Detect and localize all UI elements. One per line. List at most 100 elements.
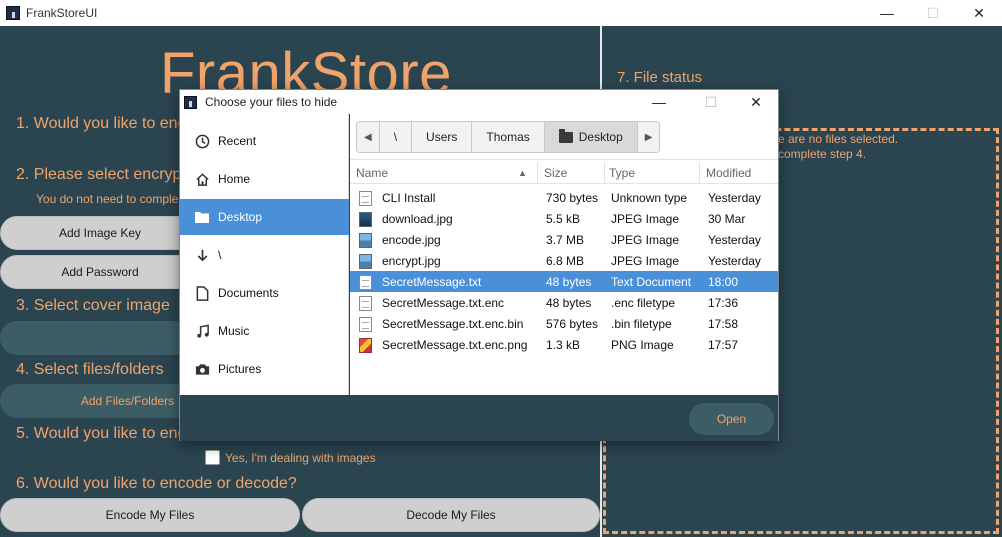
file-size: 730 bytes (546, 191, 599, 205)
add-files-button[interactable]: Add Files/Folders (0, 384, 200, 418)
add-files-label: Add Files/Folders (80, 394, 175, 408)
place-label: Home (218, 172, 251, 186)
file-row-selected[interactable]: SecretMessage.txt 48 bytes Text Document… (350, 271, 778, 292)
file-size: 5.5 kB (546, 212, 581, 226)
app-icon (6, 6, 20, 20)
file-size: 48 bytes (546, 275, 592, 289)
place-label: Pictures (218, 362, 262, 376)
file-name: CLI Install (382, 191, 436, 205)
add-password-button[interactable]: Add Password (0, 255, 200, 289)
place-home[interactable]: Home (180, 161, 349, 197)
dialog-titlebar: Choose your files to hide — ☐ ✕ (180, 90, 778, 114)
place-label: Desktop (218, 210, 263, 224)
place-pictures[interactable]: Pictures (180, 351, 349, 387)
breadcrumb-back-button[interactable]: ◀ (357, 122, 380, 152)
breadcrumb-desktop[interactable]: Desktop (544, 122, 638, 152)
document-icon (359, 296, 372, 311)
file-name: encrypt.jpg (382, 254, 441, 268)
image-icon (359, 254, 372, 269)
dialog-title: Choose your files to hide (205, 95, 338, 109)
images-checkbox-label: Yes, I'm dealing with images (225, 451, 376, 465)
file-row[interactable]: SecretMessage.txt.enc.bin 576 bytes .bin… (350, 313, 778, 334)
file-row[interactable]: download.jpg 5.5 kB JPEG Image 30 Mar (350, 208, 778, 229)
place-documents[interactable]: Documents (180, 275, 349, 311)
music-icon (194, 323, 210, 339)
step2-label: 2. Please select encrypti (16, 166, 190, 183)
column-separator (699, 162, 700, 184)
file-row[interactable]: CLI Install 730 bytes Unknown type Yeste… (350, 187, 778, 208)
file-modified: 17:57 (708, 338, 739, 352)
chevron-right-icon: ▶ (644, 131, 653, 143)
clock-icon (194, 133, 210, 149)
step3-label: 3. Select cover image (16, 297, 170, 314)
document-icon (359, 317, 372, 332)
file-name: SecretMessage.txt.enc.png (382, 338, 528, 352)
place-music[interactable]: Music (180, 313, 349, 349)
breadcrumb-forward-button[interactable]: ▶ (637, 122, 660, 152)
file-name: download.jpg (382, 212, 453, 226)
encode-button[interactable]: Encode My Files (0, 498, 300, 532)
path-bar: ◀ \ Users Thomas Desktop ▶ (350, 114, 778, 160)
places-sidebar: Recent Home Desktop \ Documents Music Pi… (180, 114, 349, 395)
column-header: Name ▲ Size Type Modified (350, 162, 778, 184)
file-type: .bin filetype (611, 317, 672, 331)
breadcrumb-users[interactable]: Users (412, 122, 473, 152)
dialog-close-button[interactable]: ✕ (733, 90, 779, 114)
file-chooser-dialog: Choose your files to hide — ☐ ✕ Recent H… (179, 89, 779, 441)
column-modified[interactable]: Modified (706, 166, 751, 180)
arrow-down-icon (194, 247, 210, 263)
document-icon (359, 191, 372, 206)
file-modified: 18:00 (708, 275, 739, 289)
file-row[interactable]: SecretMessage.txt.enc.png 1.3 kB PNG Ima… (350, 334, 778, 355)
main-titlebar: FrankStoreUI — ☐ ✕ (0, 0, 1002, 26)
place-recent[interactable]: Recent (180, 123, 349, 159)
step7-label: 7. File status (617, 69, 703, 86)
file-row[interactable]: encode.jpg 3.7 MB JPEG Image Yesterday (350, 229, 778, 250)
png-icon (359, 338, 372, 353)
images-checkbox[interactable] (205, 450, 220, 465)
file-modified: Yesterday (708, 191, 761, 205)
place-label: Documents (218, 286, 279, 300)
window-title: FrankStoreUI (26, 6, 98, 20)
step1-label: 1. Would you like to enc (16, 115, 186, 132)
sort-ascending-icon: ▲ (518, 168, 527, 178)
open-button[interactable]: Open (689, 403, 774, 435)
document-icon (359, 275, 372, 290)
column-separator (537, 162, 538, 184)
dialog-maximize-button[interactable]: ☐ (688, 90, 734, 114)
maximize-button[interactable]: ☐ (910, 0, 956, 26)
place-label: Music (218, 324, 250, 338)
file-row[interactable]: SecretMessage.txt.enc 48 bytes .enc file… (350, 292, 778, 313)
file-modified: Yesterday (708, 254, 761, 268)
minimize-button[interactable]: — (864, 0, 910, 26)
column-name[interactable]: Name (356, 166, 388, 180)
file-size: 6.8 MB (546, 254, 585, 268)
place-root-drive[interactable]: \ (180, 237, 349, 273)
file-name: SecretMessage.txt (382, 275, 482, 289)
breadcrumb-root[interactable]: \ (379, 122, 413, 152)
home-icon (194, 171, 210, 187)
column-type[interactable]: Type (609, 166, 635, 180)
select-cover-image-button[interactable] (0, 321, 200, 355)
file-size: 48 bytes (546, 296, 592, 310)
column-size[interactable]: Size (544, 166, 567, 180)
file-type: JPEG Image (611, 254, 680, 268)
dialog-app-icon (184, 95, 197, 109)
place-desktop[interactable]: Desktop (180, 199, 349, 235)
camera-icon (194, 361, 210, 377)
breadcrumb-desktop-label: Desktop (578, 130, 623, 144)
breadcrumb: ◀ \ Users Thomas Desktop ▶ (356, 121, 661, 153)
place-label: Recent (218, 134, 257, 148)
dialog-minimize-button[interactable]: — (636, 90, 682, 114)
file-row[interactable]: encrypt.jpg 6.8 MB JPEG Image Yesterday (350, 250, 778, 271)
document-icon (194, 285, 210, 301)
file-size: 576 bytes (546, 317, 599, 331)
place-label: \ (218, 248, 222, 262)
decode-button[interactable]: Decode My Files (302, 498, 600, 532)
breadcrumb-thomas[interactable]: Thomas (472, 122, 545, 152)
close-button[interactable]: ✕ (956, 0, 1002, 26)
file-type: .enc filetype (611, 296, 676, 310)
add-image-key-button[interactable]: Add Image Key (0, 216, 200, 250)
file-size: 3.7 MB (546, 233, 585, 247)
file-name: SecretMessage.txt.enc (382, 296, 505, 310)
